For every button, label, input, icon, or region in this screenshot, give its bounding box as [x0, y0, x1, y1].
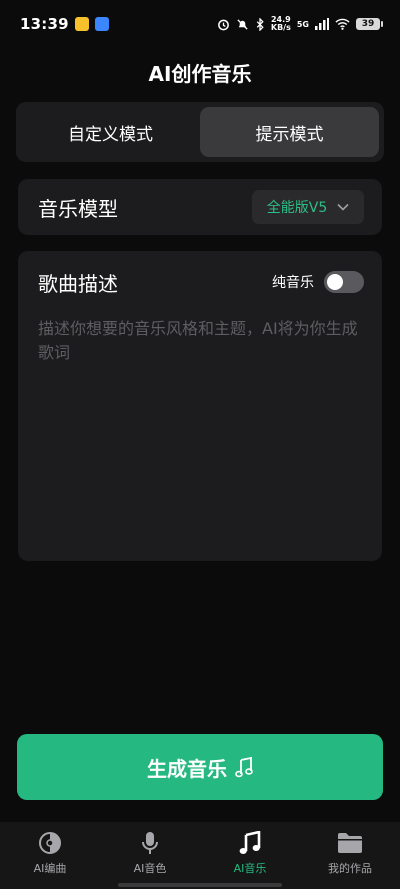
status-left: 13:39: [20, 15, 109, 33]
net-speed: 24.9 KB/s: [271, 16, 291, 32]
description-header: 歌曲描述 纯音乐: [38, 269, 364, 296]
battery-indicator: 39: [356, 18, 383, 30]
network-type: 5G: [296, 19, 309, 29]
music-note-icon: [239, 830, 261, 856]
music-note-icon: [235, 756, 253, 778]
music-model-row: 音乐模型 全能版V5: [18, 179, 382, 235]
nav-label-ai-arrange: AI编曲: [33, 862, 67, 875]
pure-music-toggle[interactable]: [324, 271, 364, 293]
song-description-label: 歌曲描述: [38, 271, 118, 296]
status-time: 13:39: [20, 15, 69, 33]
notification-app-icon-2: [94, 17, 109, 31]
notification-app-icon: [74, 17, 89, 31]
generate-music-button[interactable]: 生成音乐: [17, 734, 383, 800]
nav-item-ai-arrange[interactable]: AI编曲: [0, 822, 100, 889]
nav-item-ai-music[interactable]: AI音乐: [200, 822, 300, 889]
status-right: 24.9 KB/s 5G 39: [217, 16, 383, 32]
chevron-down-icon: [337, 203, 349, 211]
status-bar: 13:39 24.9 KB/s 5G 39: [0, 0, 400, 48]
mute-bell-icon: [236, 18, 249, 31]
nav-label-my-works: 我的作品: [328, 862, 372, 875]
bottom-navigation: AI编曲 AI音色 AI音乐 我的作品: [0, 822, 400, 889]
microphone-icon: [141, 830, 159, 856]
bluetooth-icon: [255, 17, 265, 31]
net-speed-unit: KB/s: [270, 23, 291, 32]
model-select-dropdown[interactable]: 全能版V5: [252, 190, 364, 224]
wifi-icon: [335, 18, 350, 30]
song-description-card: 歌曲描述 纯音乐 描述你想要的音乐风格和主题，AI将为你生成歌词: [18, 251, 382, 561]
disc-icon: [38, 830, 62, 856]
nav-item-my-works[interactable]: 我的作品: [300, 822, 400, 889]
generate-button-label: 生成音乐: [147, 756, 227, 781]
alarm-icon: [217, 18, 230, 31]
page-title: AI创作音乐: [148, 62, 252, 86]
home-indicator[interactable]: [118, 883, 282, 887]
pure-music-label: 纯音乐: [272, 275, 314, 291]
model-selected-value: 全能版V5: [266, 200, 328, 216]
mode-switch: 自定义模式 提示模式: [16, 102, 384, 162]
toggle-knob: [327, 274, 343, 290]
signal-icon: [315, 18, 329, 30]
tab-custom-mode[interactable]: 自定义模式: [21, 107, 200, 157]
pure-music-control: 纯音乐: [272, 271, 364, 293]
nav-item-ai-voice[interactable]: AI音色: [100, 822, 200, 889]
tab-prompt-mode[interactable]: 提示模式: [200, 107, 379, 157]
nav-label-ai-music: AI音乐: [233, 862, 267, 875]
music-model-label: 音乐模型: [38, 196, 118, 221]
description-input[interactable]: 描述你想要的音乐风格和主题，AI将为你生成歌词: [38, 317, 364, 365]
nav-label-ai-voice: AI音色: [133, 862, 167, 875]
folder-icon: [337, 830, 363, 856]
